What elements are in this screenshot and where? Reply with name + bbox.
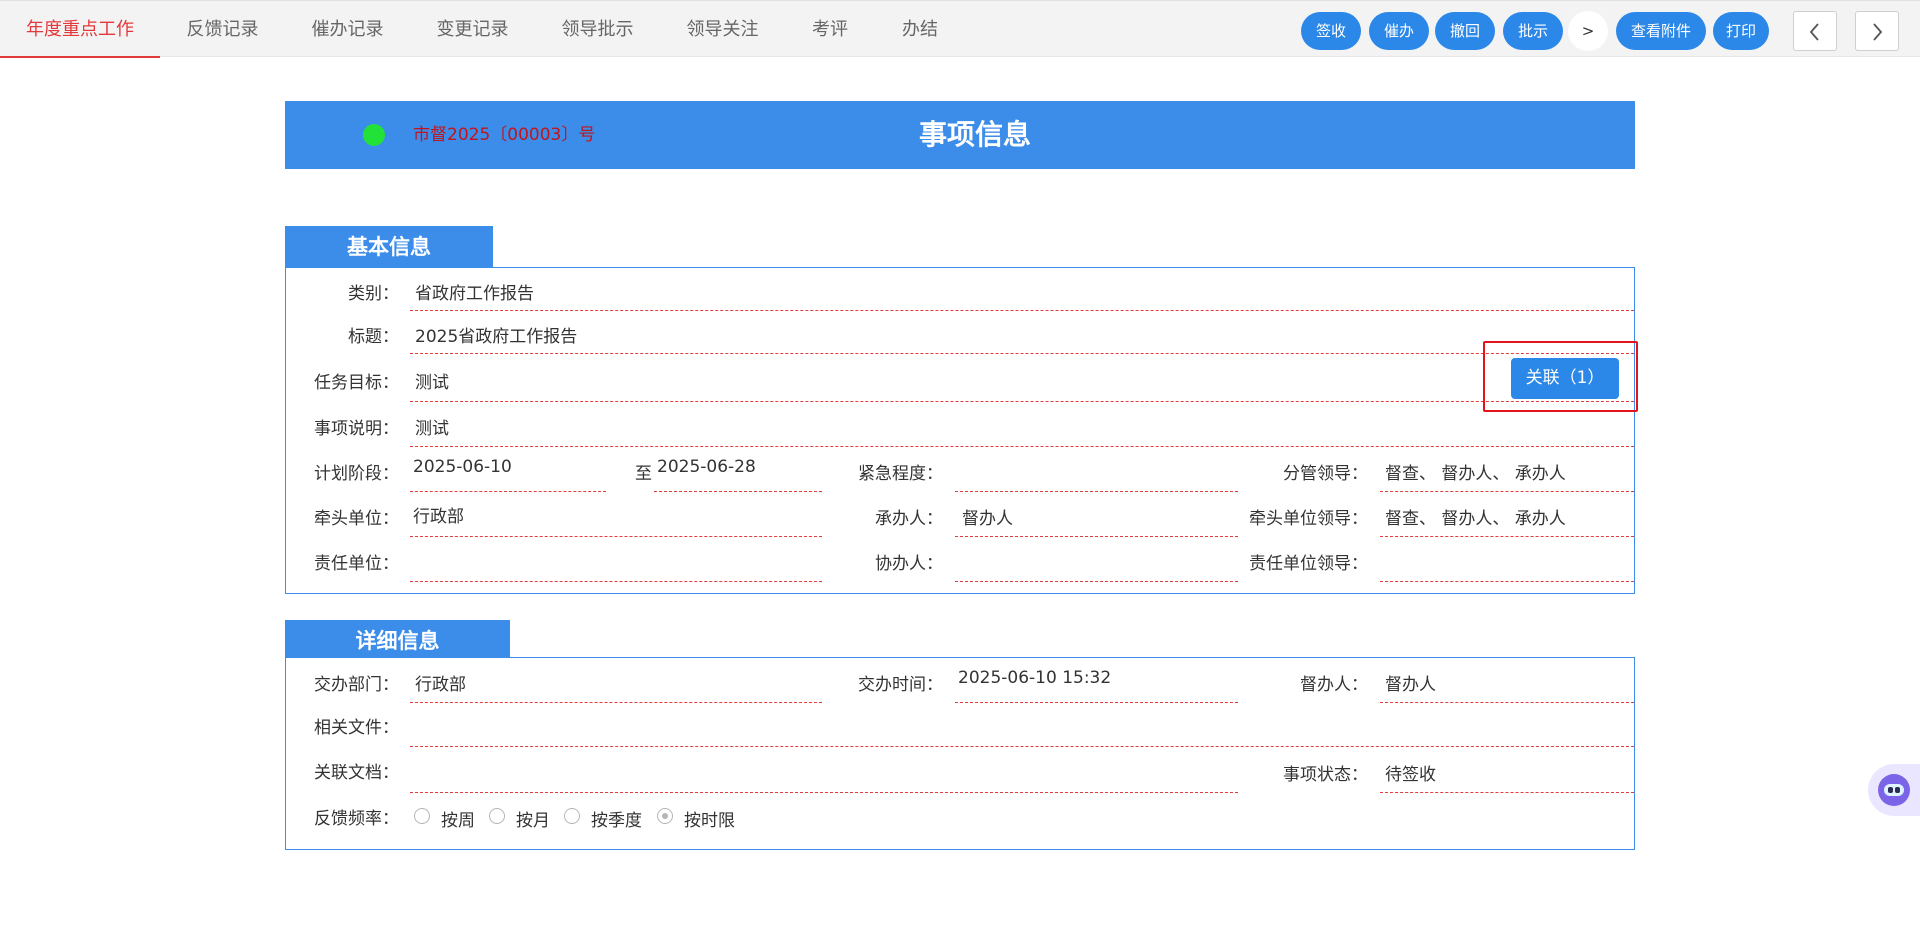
divider — [1380, 581, 1634, 582]
divider — [1380, 536, 1634, 537]
view-attachments-button[interactable]: 查看附件 — [1616, 12, 1706, 50]
handler-label: 承办人： — [875, 509, 943, 529]
divider — [410, 702, 822, 703]
lead-unit-value: 行政部 — [413, 507, 464, 527]
divider — [955, 536, 1238, 537]
item-info-banner: 市督2025〔00003〕号 事项信息 — [285, 101, 1635, 169]
link-items-button[interactable]: 关联（1） — [1511, 358, 1619, 399]
handler-value: 督办人 — [962, 509, 1013, 529]
leader-value: 督查、 督办人、 承办人 — [1385, 464, 1566, 484]
instruct-button[interactable]: 批示 — [1503, 12, 1563, 50]
divider — [955, 581, 1238, 582]
more-actions-button[interactable]: > — [1568, 11, 1608, 51]
leader-label: 分管领导： — [1283, 464, 1368, 484]
divider — [1380, 491, 1634, 492]
chevron-left-icon — [1809, 23, 1819, 41]
next-button[interactable] — [1855, 11, 1899, 51]
lead-unit-leader-value: 督查、 督办人、 承办人 — [1385, 509, 1566, 529]
tab-evaluation[interactable]: 考评 — [785, 1, 875, 58]
radio-monthly-label: 按月 — [516, 811, 550, 831]
divider — [955, 702, 1238, 703]
assigning-time-label: 交办时间： — [858, 675, 943, 695]
print-button[interactable]: 打印 — [1713, 12, 1769, 50]
category-value: 省政府工作报告 — [415, 284, 534, 304]
plan-stage-label: 计划阶段： — [314, 464, 399, 484]
divider — [410, 401, 1634, 402]
radio-by-deadline[interactable] — [657, 808, 673, 824]
feedback-frequency-label: 反馈频率： — [314, 809, 399, 829]
divider — [410, 353, 1634, 354]
divider — [410, 491, 606, 492]
co-handler-label: 协办人： — [875, 554, 943, 574]
plan-to-label: 至 — [635, 464, 652, 484]
responsible-unit-label: 责任单位： — [314, 554, 399, 574]
divider — [1380, 702, 1634, 703]
tab-change-records[interactable]: 变更记录 — [410, 1, 535, 58]
radio-quarterly[interactable] — [564, 808, 580, 824]
divider — [410, 746, 1634, 747]
chevron-right-icon — [1873, 23, 1883, 41]
divider — [410, 446, 1634, 447]
tab-leader-instructions[interactable]: 领导批示 — [535, 1, 660, 58]
urgency-label: 紧急程度： — [858, 464, 943, 484]
tab-completed[interactable]: 办结 — [875, 1, 965, 58]
tab-feedback-records[interactable]: 反馈记录 — [160, 1, 285, 58]
top-bar: 年度重点工作 反馈记录 催办记录 变更记录 领导批示 领导关注 考评 办结 签收… — [0, 0, 1920, 58]
responsible-unit-leader-label: 责任单位领导： — [1249, 554, 1368, 574]
related-files-label: 相关文件： — [314, 718, 399, 738]
urge-button[interactable]: 催办 — [1369, 12, 1429, 50]
assigning-department-value: 行政部 — [415, 675, 466, 695]
tab-annual-key-work[interactable]: 年度重点工作 — [0, 1, 160, 58]
divider — [410, 310, 1634, 311]
basic-info-heading: 基本信息 — [285, 226, 493, 268]
description-value: 测试 — [415, 419, 449, 439]
supervisor-label: 督办人： — [1300, 675, 1368, 695]
lead-unit-label: 牵头单位： — [314, 509, 399, 529]
detail-info-heading: 详细信息 — [285, 620, 510, 662]
radio-monthly[interactable] — [489, 808, 505, 824]
divider — [955, 491, 1238, 492]
plan-start-date: 2025-06-10 — [413, 457, 512, 477]
goal-label: 任务目标： — [314, 373, 399, 393]
assigning-time-value: 2025-06-10 15:32 — [958, 668, 1112, 688]
lead-unit-leader-label: 牵头单位领导： — [1249, 509, 1368, 529]
supervisor-value: 督办人 — [1385, 675, 1436, 695]
item-state-value: 待签收 — [1385, 765, 1436, 785]
assigning-department-label: 交办部门： — [314, 675, 399, 695]
item-state-label: 事项状态： — [1283, 765, 1368, 785]
previous-button[interactable] — [1793, 11, 1837, 51]
title-label: 标题： — [348, 327, 399, 347]
plan-end-date: 2025-06-28 — [657, 457, 756, 477]
description-label: 事项说明： — [314, 419, 399, 439]
tab-leader-attention[interactable]: 领导关注 — [660, 1, 785, 58]
radio-by-deadline-label: 按时限 — [684, 811, 735, 831]
robot-icon — [1878, 774, 1910, 806]
radio-quarterly-label: 按季度 — [591, 811, 642, 831]
radio-weekly[interactable] — [414, 808, 430, 824]
divider — [654, 491, 822, 492]
assistant-widget[interactable] — [1868, 764, 1920, 816]
divider — [1380, 792, 1634, 793]
radio-weekly-label: 按周 — [441, 811, 475, 831]
page-title: 事项信息 — [918, 118, 1031, 151]
divider — [410, 536, 822, 537]
title-value: 2025省政府工作报告 — [415, 327, 578, 347]
category-label: 类别： — [348, 284, 399, 304]
tab-urge-records[interactable]: 催办记录 — [285, 1, 410, 58]
withdraw-button[interactable]: 撤回 — [1435, 12, 1495, 50]
sign-button[interactable]: 签收 — [1301, 12, 1361, 50]
basic-info-panel — [285, 267, 1635, 594]
related-documents-label: 关联文档： — [314, 763, 399, 783]
goal-value: 测试 — [415, 373, 449, 393]
divider — [410, 792, 1238, 793]
divider — [410, 581, 822, 582]
